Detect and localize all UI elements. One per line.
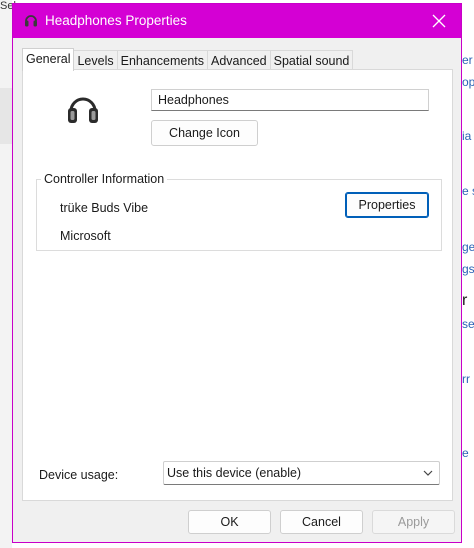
background-window-right: er op ia e s ge gs r se rr e — [462, 0, 474, 548]
headphones-icon — [25, 15, 37, 27]
change-icon-button[interactable]: Change Icon — [151, 120, 258, 146]
tab-spatial-sound[interactable]: Spatial sound — [269, 50, 354, 71]
cancel-button[interactable]: Cancel — [280, 510, 363, 534]
background-link: er — [462, 53, 473, 67]
tab-levels[interactable]: Levels — [73, 50, 118, 71]
background-link: e — [462, 446, 469, 460]
window-title: Headphones Properties — [45, 13, 187, 28]
background-link: e s — [462, 184, 474, 198]
tab-general[interactable]: General — [22, 48, 75, 71]
tab-bar: General Levels Enhancements Advanced Spa… — [22, 48, 354, 71]
close-button[interactable] — [417, 4, 461, 38]
device-usage-value: Use this device (enable) — [167, 466, 302, 480]
title-bar[interactable]: Headphones Properties — [13, 4, 461, 38]
background-link: rr — [462, 372, 470, 386]
controller-information-group: Controller Information trüke Buds Vibe M… — [36, 172, 442, 251]
controller-information-legend: Controller Information — [41, 172, 168, 186]
general-panel: Change Icon Controller Information trüke… — [22, 69, 453, 501]
background-link: ge — [462, 240, 474, 254]
device-name-field[interactable] — [151, 89, 429, 111]
tab-advanced[interactable]: Advanced — [207, 50, 271, 71]
device-usage-select[interactable]: Use this device (enable) — [163, 461, 440, 485]
controller-manufacturer: Microsoft — [60, 229, 111, 243]
background-link: ia — [462, 129, 472, 143]
chevron-down-icon — [423, 470, 433, 476]
device-usage-label: Device usage: — [39, 468, 119, 482]
ok-button[interactable]: OK — [188, 510, 271, 534]
background-window-left: Sel — [0, 0, 16, 548]
tab-enhancements[interactable]: Enhancements — [116, 50, 209, 71]
close-icon — [432, 14, 446, 28]
background-link: op — [462, 75, 474, 89]
properties-dialog: Headphones Properties General Levels Enh… — [12, 3, 462, 543]
apply-button[interactable]: Apply — [372, 510, 455, 534]
background-link: gs — [462, 262, 474, 276]
headphones-icon — [68, 97, 98, 123]
background-link: se — [462, 317, 474, 331]
controller-name: trüke Buds Vibe — [60, 201, 149, 215]
controller-properties-button[interactable]: Properties — [345, 192, 429, 218]
background-heading: r — [462, 292, 468, 309]
background-tile — [0, 88, 12, 144]
